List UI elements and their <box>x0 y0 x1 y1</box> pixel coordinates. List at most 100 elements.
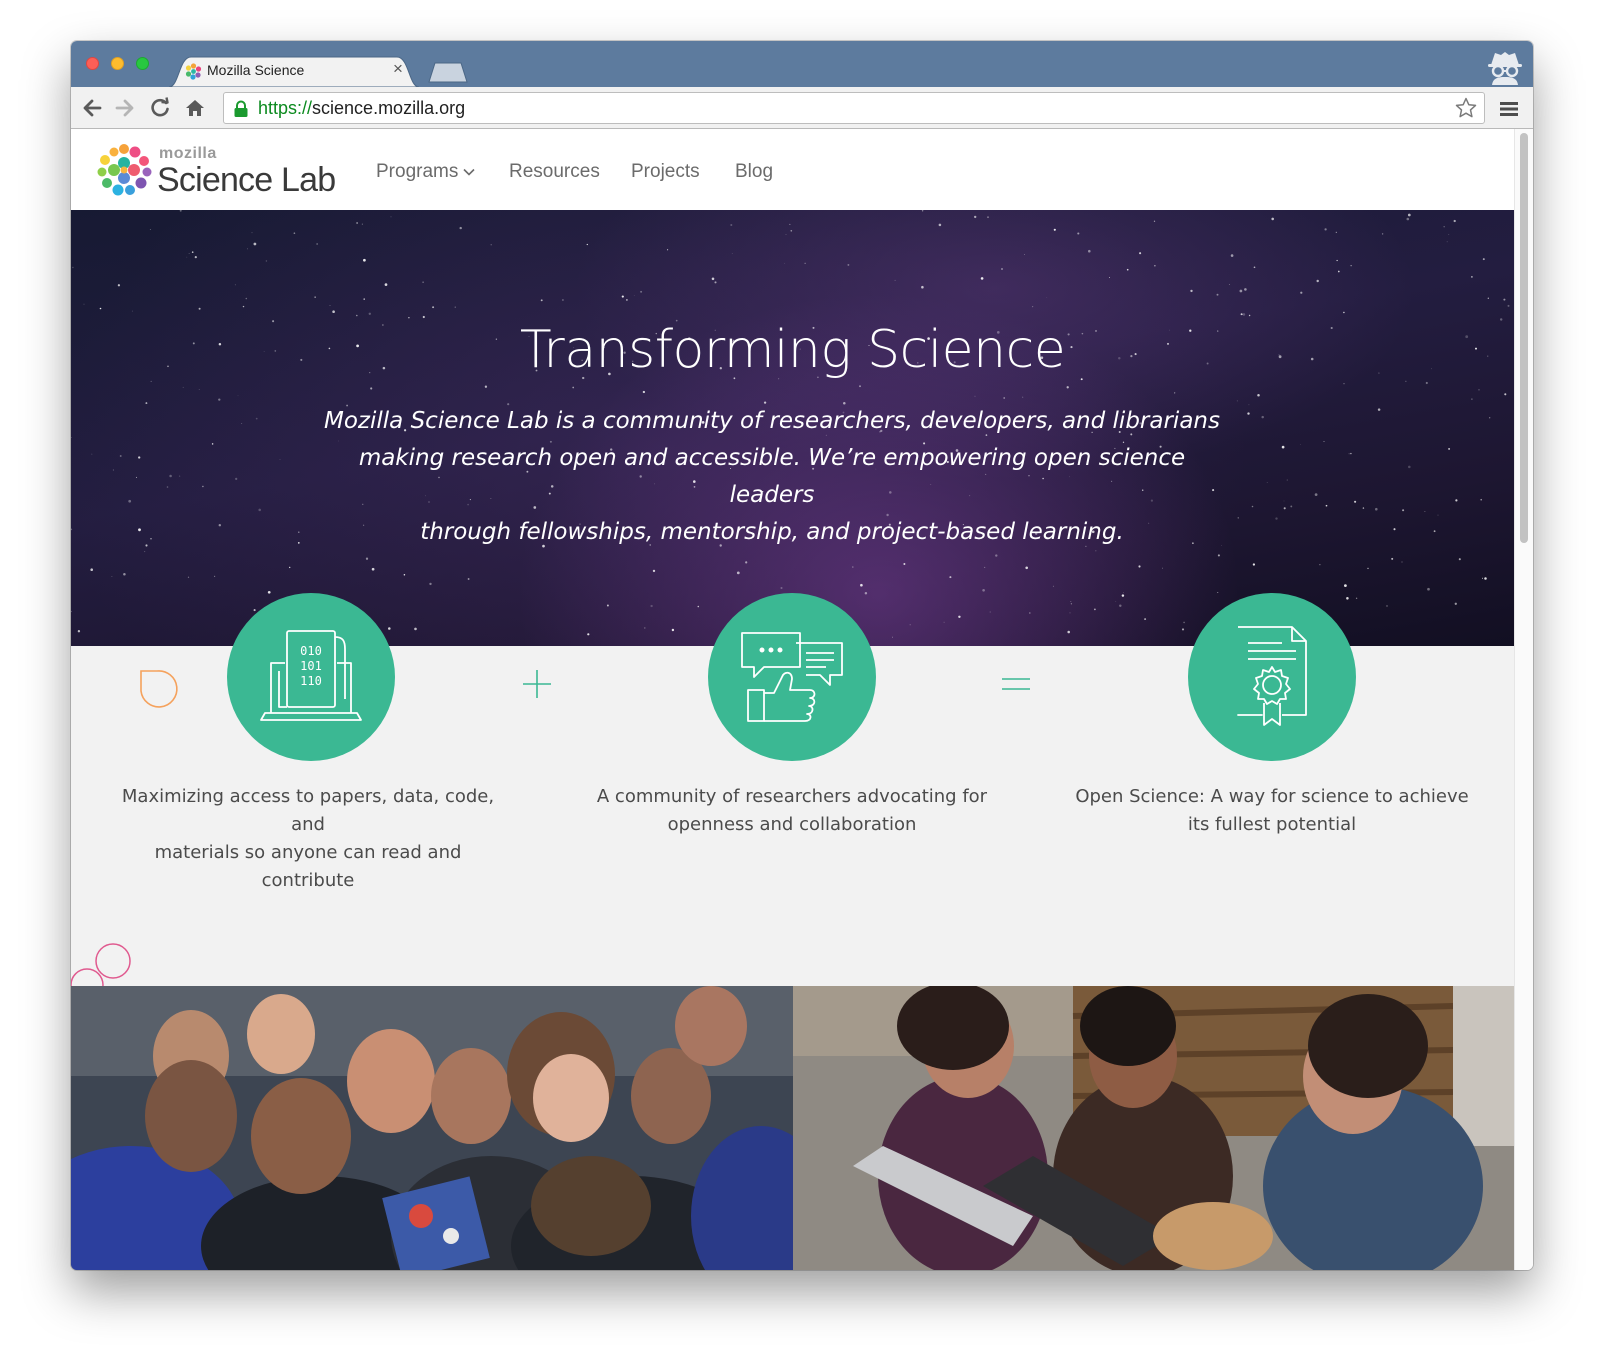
star-dot <box>1377 408 1381 411</box>
star-dot <box>194 256 197 259</box>
close-window-button[interactable] <box>86 57 99 70</box>
star-dot <box>1448 447 1451 450</box>
feature-text-line: A community of researchers advocating fo… <box>596 786 988 807</box>
star-dot <box>989 611 991 613</box>
star-dot <box>191 251 194 253</box>
star-dot <box>1154 265 1156 267</box>
star-dot <box>1070 601 1072 602</box>
star-dot <box>730 223 733 227</box>
back-arrow-icon[interactable] <box>81 97 103 119</box>
star-dot <box>644 627 646 629</box>
star-dot <box>384 283 388 286</box>
plus-icon <box>523 670 551 698</box>
hamburger-menu-icon[interactable] <box>1499 100 1519 118</box>
star-dot <box>422 315 425 319</box>
star-dot <box>1348 453 1350 455</box>
browser-tab[interactable]: Mozilla Science × <box>169 55 419 87</box>
star-dot <box>1405 380 1407 382</box>
star-dot <box>242 305 245 308</box>
star-dot <box>1122 592 1124 594</box>
star-dot <box>1471 276 1473 278</box>
star-dot <box>1386 605 1388 607</box>
hero-banner: Transforming Science Mozilla Science Lab… <box>71 210 1514 646</box>
star-dot <box>1153 220 1156 222</box>
star-dot <box>1319 564 1321 566</box>
scrollbar-thumb[interactable] <box>1520 133 1528 543</box>
star-dot <box>938 223 942 227</box>
tab-strip: Mozilla Science × <box>71 41 1533 87</box>
minimize-window-button[interactable] <box>111 57 124 70</box>
hero-subtitle-line: through fellowships, mentorship, and pro… <box>420 519 1124 545</box>
star-dot <box>90 568 93 571</box>
star-dot <box>860 583 863 587</box>
star-dot <box>731 253 733 254</box>
star-dot <box>91 453 93 455</box>
feature-text-community: A community of researchers advocating fo… <box>592 783 992 839</box>
laptop-binary-code-icon: 010 101 110 <box>260 630 362 721</box>
page-scrollbar[interactable] <box>1514 129 1533 1270</box>
star-dot <box>316 243 318 245</box>
star-dot <box>1427 587 1430 591</box>
star-dot <box>540 299 543 302</box>
nav-item-projects[interactable]: Projects <box>631 161 700 183</box>
star-dot <box>1381 233 1384 235</box>
star-dot <box>1242 313 1246 316</box>
new-tab-button[interactable] <box>427 61 469 83</box>
star-dot <box>1257 394 1260 397</box>
star-dot <box>1181 628 1185 631</box>
star-dot <box>1025 566 1028 570</box>
star-dot <box>429 582 432 586</box>
star-dot <box>1088 249 1091 253</box>
star-dot <box>1053 228 1056 231</box>
star-dot <box>149 229 151 230</box>
star-dot <box>667 249 669 251</box>
zoom-window-button[interactable] <box>136 57 149 70</box>
star-dot <box>1480 498 1482 501</box>
science-lab-logo[interactable]: mozilla Science Lab <box>97 143 336 199</box>
nav-item-blog[interactable]: Blog <box>735 161 773 183</box>
incognito-icon[interactable] <box>1485 47 1525 85</box>
star-dot <box>1162 567 1163 569</box>
star-dot <box>332 310 335 313</box>
feature-text-line: Maximizing access to papers, data, code,… <box>121 786 495 835</box>
star-dot <box>642 390 646 394</box>
star-dot <box>586 243 588 246</box>
star-dot <box>368 312 371 315</box>
science-lab-logo-icon <box>97 144 152 196</box>
nav-item-programs[interactable]: Programs <box>376 161 475 183</box>
star-icon[interactable] <box>1454 96 1478 120</box>
nav-item-resources[interactable]: Resources <box>509 161 600 183</box>
feature-circle-access: 010 101 110 <box>227 593 395 761</box>
home-icon[interactable] <box>184 97 206 119</box>
star-dot <box>1003 397 1006 399</box>
star-dot <box>111 576 113 577</box>
reload-icon[interactable] <box>149 97 171 119</box>
chevron-down-icon <box>463 168 475 176</box>
star-dot <box>169 474 172 478</box>
star-dot <box>852 566 854 568</box>
star-dot <box>467 578 470 580</box>
photo-strip <box>71 986 1514 1270</box>
star-dot <box>1247 412 1250 415</box>
star-dot <box>1455 499 1458 502</box>
star-dot <box>255 417 258 420</box>
star-dot <box>1433 530 1436 533</box>
star-dot <box>1337 270 1340 273</box>
url-text[interactable]: https://science.mozilla.org <box>258 98 465 119</box>
star-dot <box>214 575 216 577</box>
tab-close-icon[interactable]: × <box>393 59 403 79</box>
star-dot <box>298 531 300 533</box>
forward-arrow-icon[interactable] <box>114 97 136 119</box>
star-dot <box>202 485 204 488</box>
address-bar[interactable]: https://science.mozilla.org <box>223 92 1485 124</box>
star-dot <box>859 385 861 388</box>
star-dot <box>894 279 896 281</box>
star-dot <box>1236 400 1238 402</box>
site-header: mozilla Science Lab Programs Resources P… <box>71 129 1514 210</box>
star-dot <box>138 528 141 532</box>
star-dot <box>361 223 363 225</box>
star-dot <box>363 258 366 262</box>
star-dot <box>279 459 281 460</box>
star-dot <box>135 476 138 478</box>
star-dot <box>1335 231 1337 233</box>
